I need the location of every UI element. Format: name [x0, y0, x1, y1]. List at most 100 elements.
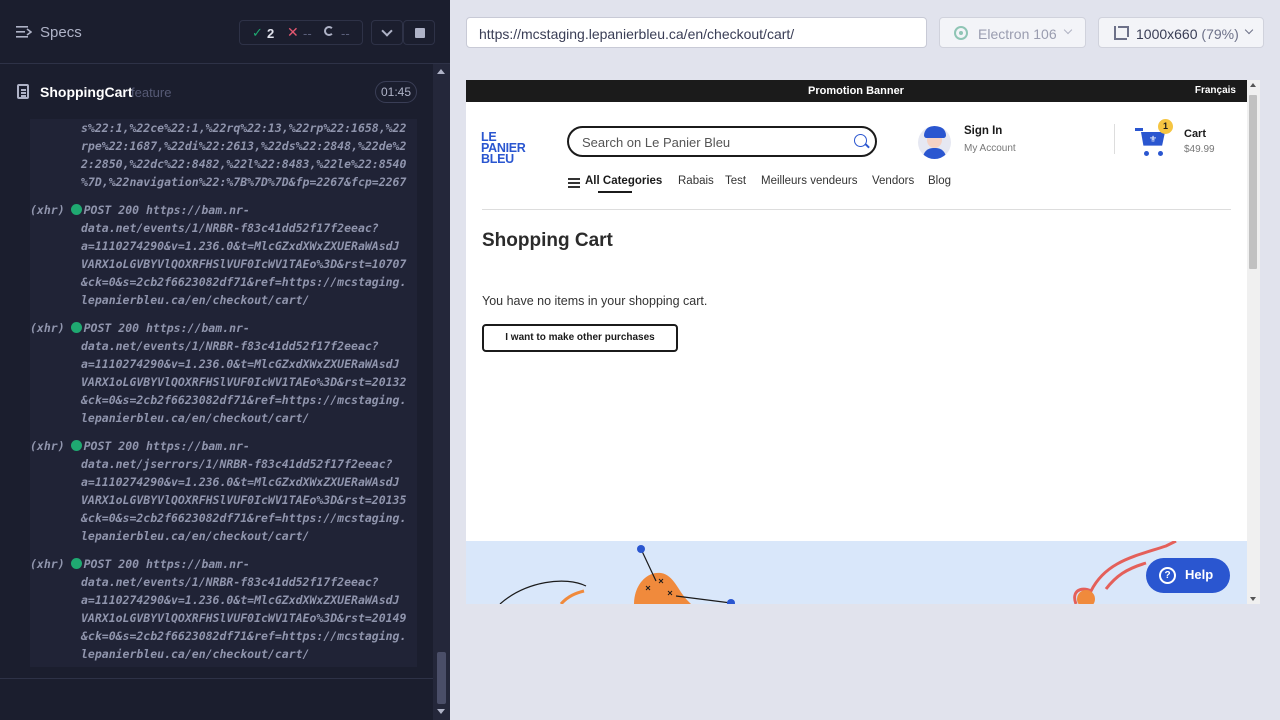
- log-line: %7D,%22navigation%22:%7B%7D%7D&fp=2267&f…: [81, 175, 407, 189]
- app-under-test: Promotion Banner Français LE PANIER BLEU…: [466, 80, 1260, 604]
- xhr-log-entry[interactable]: (xhr) POST 200 https://bam.nr- data.net/e…: [30, 201, 417, 309]
- spec-header[interactable]: ShoppingCart feature 01:45: [0, 65, 433, 119]
- scroll-up-arrow-icon[interactable]: [437, 69, 445, 74]
- xhr-url-line: lepanierbleu.ca/en/checkout/cart/: [81, 647, 310, 661]
- scroll-up-arrow-icon[interactable]: [1250, 83, 1256, 87]
- failed-count: --: [303, 26, 312, 41]
- chevron-down-icon: [1244, 25, 1254, 35]
- xhr-status: 200: [118, 557, 140, 571]
- language-link[interactable]: Français: [1195, 85, 1236, 96]
- xhr-url-line: VARX1oLGVBYVlQOXRFHSlVUF0IcWV1TAEo%3D&rs…: [81, 257, 407, 271]
- log-line: rpe%22:1687,%22di%22:2613,%22ds%22:2848,…: [81, 139, 407, 153]
- sign-in-link[interactable]: Sign In: [964, 125, 1002, 137]
- viewport-scale: (79%): [1201, 26, 1239, 42]
- nav-item-test[interactable]: Test: [725, 175, 746, 187]
- pending-spinner-icon: [324, 26, 334, 36]
- file-icon: [17, 84, 29, 99]
- collapse-button[interactable]: [371, 20, 403, 45]
- viewport-selector[interactable]: 1000x660 (79%): [1098, 17, 1264, 48]
- xhr-url-line: data.net/events/1/NRBR-f83c41dd52f17f2ee…: [81, 339, 379, 353]
- hamburger-menu-icon[interactable]: [568, 178, 580, 180]
- specs-label[interactable]: Specs: [40, 24, 82, 41]
- xhr-tag: (xhr): [30, 203, 65, 217]
- footer-illustration-art: [499, 541, 1177, 604]
- app-scrollbar[interactable]: [1247, 80, 1260, 604]
- stop-button[interactable]: [403, 20, 435, 45]
- xhr-url-line: a=1110274290&v=1.236.0&t=MlcGZxdXWxZXUER…: [81, 239, 400, 253]
- site-logo[interactable]: LE PANIER BLEU: [481, 131, 526, 166]
- account-avatar-icon[interactable]: [918, 126, 951, 159]
- search-icon[interactable]: [854, 134, 867, 147]
- xhr-url-line: https://bam.nr-: [145, 203, 250, 217]
- promotion-banner-text: Promotion Banner: [808, 85, 904, 97]
- header-divider: [1114, 124, 1115, 154]
- spec-name: ShoppingCart: [40, 84, 133, 100]
- scroll-down-arrow-icon[interactable]: [1250, 597, 1256, 601]
- scroll-thumb[interactable]: [437, 652, 446, 704]
- cart-link[interactable]: Cart: [1184, 128, 1206, 140]
- cart-count-badge: 1: [1158, 119, 1173, 134]
- xhr-tag: (xhr): [30, 321, 65, 335]
- command-log-text: s%22:1,%22ce%22:1,%22rq%22:13,%22rp%22:1…: [30, 119, 417, 663]
- scroll-down-arrow-icon[interactable]: [437, 709, 445, 714]
- stop-icon: [415, 28, 425, 38]
- page-title: Shopping Cart: [482, 230, 613, 251]
- log-line: 2:2850,%22dc%22:8482,%22l%22:8483,%22le%…: [81, 157, 407, 171]
- electron-icon: [954, 26, 968, 40]
- nav-all-categories[interactable]: All Categories: [585, 175, 662, 187]
- xhr-url-line: &ck=0&s=2cb2f6623082df71&ref=https://mcs…: [81, 629, 407, 643]
- browser-selector[interactable]: Electron 106: [939, 17, 1086, 48]
- reporter-scrollbar[interactable]: [433, 64, 450, 720]
- help-button[interactable]: ? Help: [1146, 558, 1230, 593]
- url-text: https://mcstaging.lepanierbleu.ca/en/che…: [479, 26, 795, 42]
- logo-line: BLEU: [481, 152, 514, 166]
- xhr-method: POST: [83, 439, 112, 453]
- xhr-url-line: data.net/events/1/NRBR-f83c41dd52f17f2ee…: [81, 575, 379, 589]
- spec-duration: 01:45: [375, 81, 417, 103]
- search-input[interactable]: Search on Le Panier Bleu: [567, 126, 877, 157]
- nav-item-rabais[interactable]: Rabais: [678, 175, 714, 187]
- specs-list-icon[interactable]: [16, 25, 32, 39]
- xhr-method: POST: [83, 203, 112, 217]
- xhr-url-line: VARX1oLGVBYVlQOXRFHSlVUF0IcWV1TAEo%3D&rs…: [81, 611, 407, 625]
- xhr-url-line: lepanierbleu.ca/en/checkout/cart/: [81, 411, 310, 425]
- question-icon: ?: [1159, 567, 1176, 584]
- xhr-url-line: &ck=0&s=2cb2f6623082df71&ref=https://mcs…: [81, 275, 407, 289]
- chevron-down-icon: [1063, 25, 1073, 35]
- xhr-url-line: data.net/jserrors/1/NRBR-f83c41dd52f17f2…: [81, 457, 393, 471]
- test-stats: ✓ 2 ✕ -- --: [239, 20, 363, 45]
- xhr-url-line: &ck=0&s=2cb2f6623082df71&ref=https://mcs…: [81, 511, 407, 525]
- passed-count: 2: [267, 26, 275, 41]
- xhr-method: POST: [83, 321, 112, 335]
- command-log: s%22:1,%22ce%22:1,%22rq%22:13,%22rp%22:1…: [30, 119, 417, 667]
- viewport-size: 1000x660: [1136, 26, 1198, 42]
- xhr-log-entry[interactable]: (xhr) POST 200 https://bam.nr- data.net/j…: [30, 437, 417, 545]
- continue-shopping-button[interactable]: I want to make other purchases: [482, 324, 678, 352]
- xhr-log-entry[interactable]: (xhr) POST 200 https://bam.nr- data.net/e…: [30, 319, 417, 427]
- xhr-url-line: data.net/events/1/NRBR-f83c41dd52f17f2ee…: [81, 221, 379, 235]
- my-account-link[interactable]: My Account: [964, 143, 1016, 154]
- cart-total: $49.99: [1184, 144, 1215, 155]
- nav-item-blog[interactable]: Blog: [928, 175, 951, 187]
- xhr-status: 200: [118, 203, 140, 217]
- divider: [0, 678, 433, 679]
- xhr-log-entry[interactable]: (xhr) POST 200 https://bam.nr- data.net/e…: [30, 555, 417, 663]
- status-dot-icon: [70, 558, 82, 569]
- xhr-url-line: &ck=0&s=2cb2f6623082df71&ref=https://mcs…: [81, 393, 407, 407]
- nav-item-meilleurs-vendeurs[interactable]: Meilleurs vendeurs: [761, 175, 858, 187]
- url-bar[interactable]: https://mcstaging.lepanierbleu.ca/en/che…: [466, 17, 927, 48]
- xhr-url-line: a=1110274290&v=1.236.0&t=MlcGZxdXWxZXUER…: [81, 357, 400, 371]
- xhr-url-line: lepanierbleu.ca/en/checkout/cart/: [81, 293, 310, 307]
- xhr-url-line: a=1110274290&v=1.236.0&t=MlcGZxdXWxZXUER…: [81, 475, 400, 489]
- log-line: s%22:1,%22ce%22:1,%22rq%22:13,%22rp%22:1…: [81, 121, 407, 135]
- scroll-thumb[interactable]: [1249, 95, 1257, 269]
- xhr-method: POST: [83, 557, 112, 571]
- spec-extension: feature: [131, 85, 172, 100]
- empty-cart-message: You have no items in your shopping cart.: [482, 294, 708, 308]
- nav-item-vendors[interactable]: Vendors: [872, 175, 914, 187]
- promotion-banner: Promotion Banner Français: [466, 80, 1260, 102]
- reporter-panel: Specs ✓ 2 ✕ -- -- ShoppingCart feature 0…: [0, 0, 450, 720]
- viewport-info: 1000x660 (79%): [1136, 26, 1239, 42]
- x-icon: ✕: [287, 24, 299, 40]
- chevron-down-icon: [381, 25, 393, 37]
